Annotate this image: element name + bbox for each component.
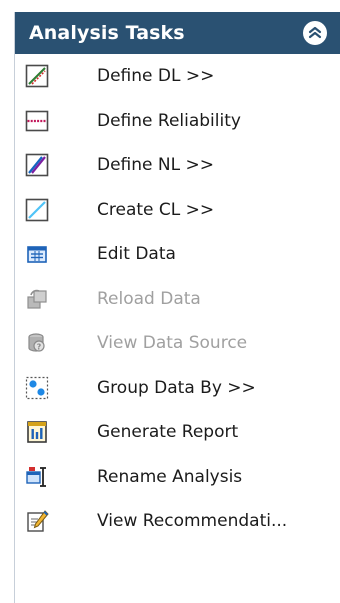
task-label: View Recommendati...: [97, 511, 288, 532]
svg-text:?: ?: [37, 343, 42, 352]
define-nl-chart-icon: [24, 152, 50, 178]
reliability-line-icon: [24, 108, 50, 134]
task-rename-analysis[interactable]: Rename Analysis: [15, 455, 340, 500]
rename-icon: [24, 464, 50, 490]
recommendation-pencil-icon: [24, 508, 50, 534]
report-icon: [24, 419, 50, 445]
task-define-nl[interactable]: Define NL >>: [15, 143, 340, 188]
task-edit-data[interactable]: Edit Data: [15, 232, 340, 277]
task-group-data-by[interactable]: Group Data By >>: [15, 366, 340, 411]
task-label: Rename Analysis: [97, 466, 243, 487]
task-create-cl[interactable]: Create CL >>: [15, 188, 340, 233]
task-label: Define Reliability: [97, 110, 241, 131]
group-data-icon: [24, 375, 50, 401]
task-label: Define DL >>: [97, 66, 215, 87]
task-reload-data: Reload Data: [15, 277, 340, 322]
task-list: Define DL >> Define Reliability Define N…: [15, 54, 340, 544]
task-label: Create CL >>: [97, 199, 215, 220]
data-grid-icon: [24, 241, 50, 267]
task-label: Group Data By >>: [97, 377, 256, 398]
task-label: View Data Source: [97, 333, 248, 354]
task-view-recommendations[interactable]: View Recommendati...: [15, 499, 340, 544]
panel-title: Analysis Tasks: [29, 22, 185, 44]
define-dl-chart-icon: [24, 63, 50, 89]
task-label: Generate Report: [97, 422, 239, 443]
task-define-dl[interactable]: Define DL >>: [15, 54, 340, 99]
task-label: Define NL >>: [97, 155, 214, 176]
task-generate-report[interactable]: Generate Report: [15, 410, 340, 455]
task-label: Edit Data: [97, 244, 176, 265]
task-view-data-source: ? View Data Source: [15, 321, 340, 366]
create-cl-chart-icon: [24, 197, 50, 223]
task-label: Reload Data: [97, 288, 201, 309]
double-chevron-up-icon[interactable]: [303, 21, 327, 45]
analysis-tasks-panel: Analysis Tasks Define DL >> Define Relia…: [14, 12, 340, 603]
data-source-icon: ?: [24, 330, 50, 356]
reload-data-icon: [24, 286, 50, 312]
task-define-reliability[interactable]: Define Reliability: [15, 99, 340, 144]
panel-header[interactable]: Analysis Tasks: [15, 12, 340, 54]
